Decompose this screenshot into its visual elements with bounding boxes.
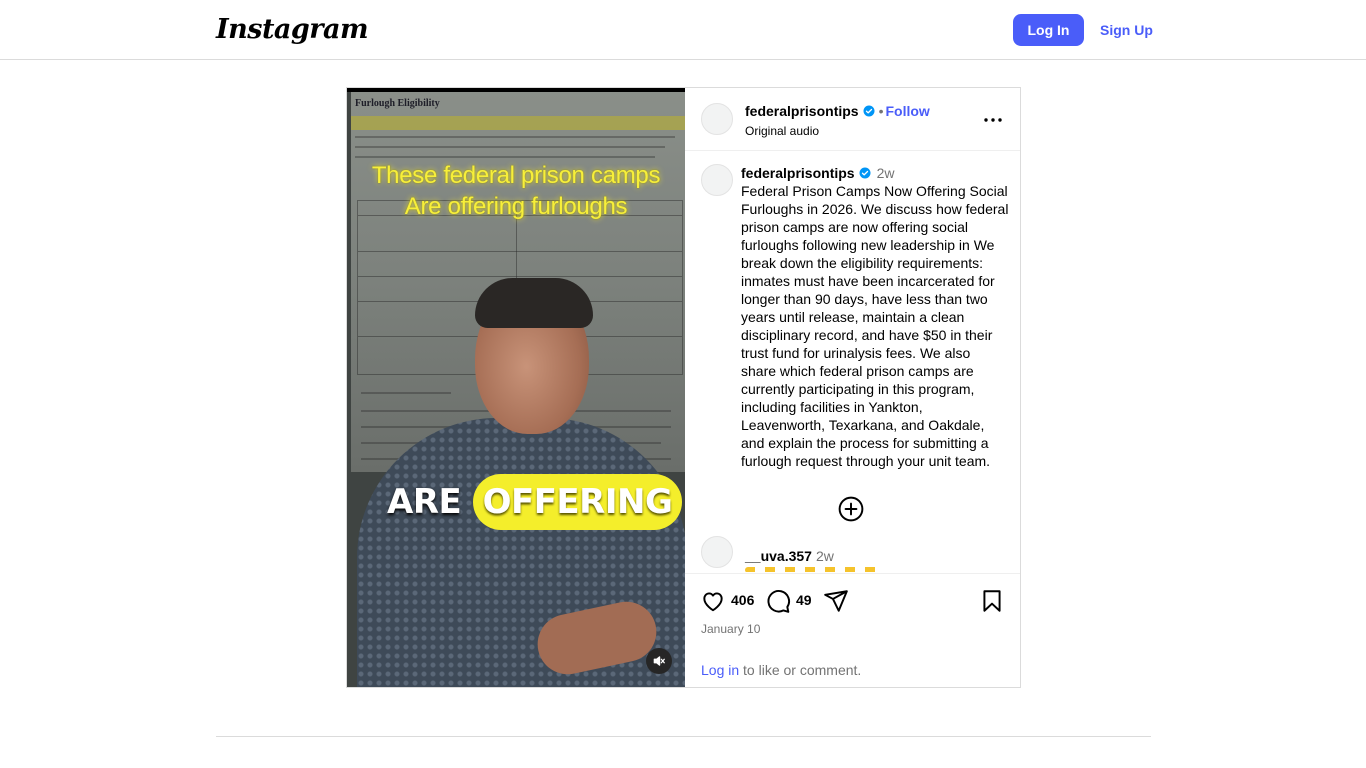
login-prompt-link[interactable]: Log in xyxy=(701,662,739,678)
caption-body: Federal Prison Camps Now Offering Social… xyxy=(741,183,1009,469)
post-caption: federalprisontips 2w Federal Prison Camps… xyxy=(741,164,1009,470)
sign-up-link[interactable]: Sign Up xyxy=(1096,14,1157,46)
likes-count[interactable]: 406 xyxy=(731,592,754,608)
post-side-panel: federalprisontips • Follow Original audio … xyxy=(685,88,1020,687)
log-in-button[interactable]: Log In xyxy=(1013,14,1084,46)
comment-item: __uva.357 2w xyxy=(745,548,834,564)
commenter-avatar[interactable] xyxy=(701,536,733,568)
comments-section[interactable]: federalprisontips 2w Federal Prison Camps… xyxy=(685,152,1020,572)
separator-dot: • xyxy=(878,103,884,119)
commenter-username[interactable]: __uva.357 xyxy=(745,548,812,564)
caption-word-are: ARE xyxy=(387,482,462,522)
post-date[interactable]: January 10 xyxy=(701,622,760,636)
more-options-icon[interactable] xyxy=(983,110,1003,130)
instagram-logo[interactable]: Instagram xyxy=(216,14,369,45)
top-navigation-bar: Instagram Log In Sign Up xyxy=(0,0,1366,60)
comments-count[interactable]: 49 xyxy=(796,592,812,608)
footer-divider xyxy=(216,736,1151,737)
share-icon[interactable] xyxy=(823,588,849,614)
document-line xyxy=(355,136,675,138)
document-line xyxy=(355,156,655,158)
speaker-muted-icon[interactable] xyxy=(646,648,672,674)
caption-author-avatar[interactable] xyxy=(701,164,733,196)
document-line xyxy=(361,392,451,394)
login-prompt: Log in to like or comment. xyxy=(701,662,861,678)
login-prompt-text: to like or comment. xyxy=(739,662,862,678)
caption-timestamp[interactable]: 2w xyxy=(877,165,895,181)
video-caption-top: These federal prison camps Are offering … xyxy=(347,160,685,222)
comment-emoji-row xyxy=(745,567,885,572)
video-caption-line-1: These federal prison camps xyxy=(371,162,661,189)
heart-icon[interactable] xyxy=(700,588,726,614)
verified-badge-icon xyxy=(859,167,871,179)
post-container: Furlough Eligibility These federal priso… xyxy=(346,87,1021,688)
document-heading: Furlough Eligibility xyxy=(355,98,440,109)
post-header: federalprisontips • Follow Original audio xyxy=(685,88,1020,151)
author-username[interactable]: federalprisontips xyxy=(745,103,859,119)
video-caption-line-2: Are offering furloughs xyxy=(404,193,628,220)
comment-timestamp[interactable]: 2w xyxy=(816,548,834,564)
post-actions: 406 49 January 10 Log in to like or comm… xyxy=(685,573,1020,687)
author-avatar[interactable] xyxy=(701,103,733,135)
verified-badge-icon xyxy=(863,105,875,117)
author-info: federalprisontips • Follow Original audio xyxy=(745,103,930,138)
reel-video[interactable]: Furlough Eligibility These federal priso… xyxy=(347,88,685,687)
audio-label[interactable]: Original audio xyxy=(745,124,930,138)
presenter-hair xyxy=(475,278,593,328)
follow-button[interactable]: Follow xyxy=(886,103,930,119)
video-caption-big: ARE OFFERING xyxy=(387,473,683,531)
bookmark-icon[interactable] xyxy=(979,588,1005,614)
caption-word-offering: OFFERING xyxy=(472,474,683,530)
document-line xyxy=(355,146,665,148)
caption-author-username[interactable]: federalprisontips xyxy=(741,165,855,181)
comment-icon[interactable] xyxy=(765,588,791,614)
load-more-comments-icon[interactable] xyxy=(838,496,864,522)
document-highlight xyxy=(351,116,685,130)
